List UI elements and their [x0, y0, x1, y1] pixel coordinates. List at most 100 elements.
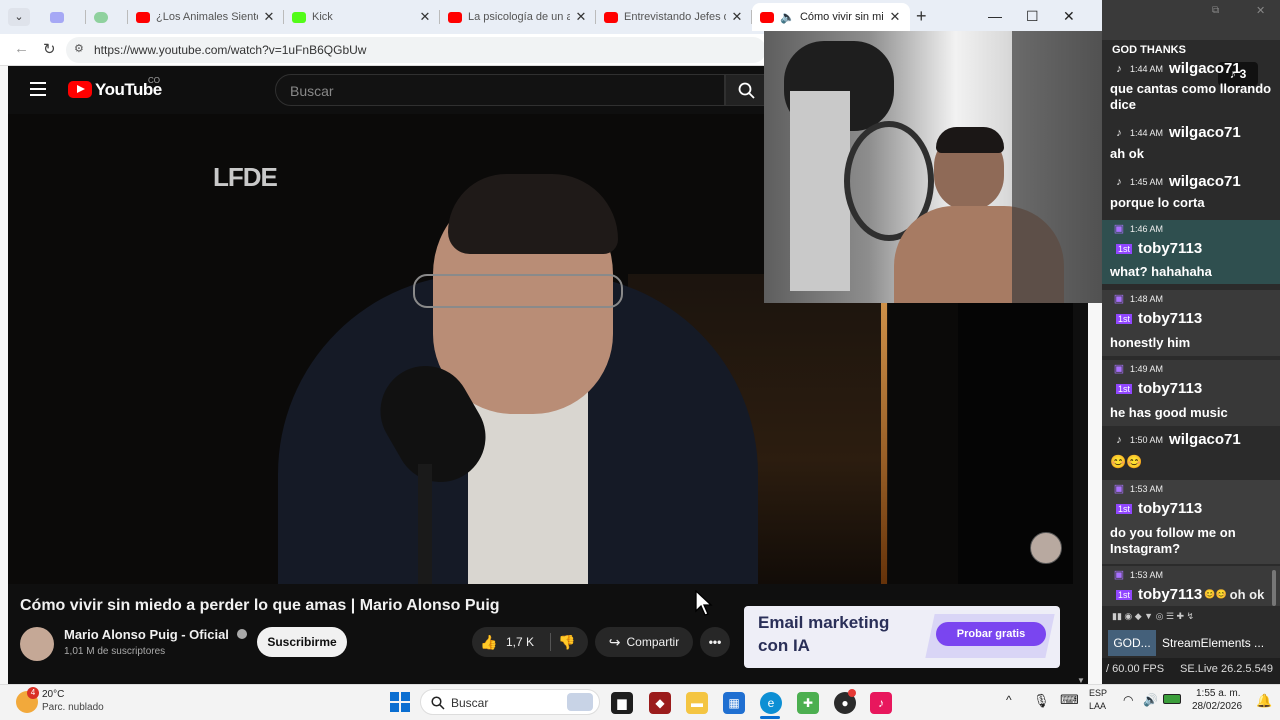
tab-title: ¿Los Animales Sienten A	[156, 11, 258, 23]
webcam-towel	[790, 91, 850, 291]
clock-time[interactable]: 1:55 a. m.	[1196, 688, 1240, 699]
chat-tab-god[interactable]: GOD...	[1108, 630, 1156, 656]
store-icon[interactable]: ▦	[723, 692, 745, 714]
clock-date[interactable]: 28/02/2026	[1192, 701, 1242, 712]
tab-entrevistando[interactable]: Entrevistando Jefes de N ✕	[596, 3, 752, 31]
close-icon[interactable]: ✕	[262, 9, 276, 25]
weather-desc[interactable]: Parc. nublado	[42, 702, 104, 713]
twitch-icon: ▣	[1113, 293, 1125, 305]
search-button[interactable]	[725, 74, 765, 106]
message-time: 1:44 AM	[1130, 63, 1164, 74]
taskbar-search[interactable]: Buscar	[420, 689, 600, 715]
chat-message: ▣ 1:53 AM 1st toby7113 😊😊 oh ok	[1102, 566, 1280, 606]
language-2[interactable]: LAA	[1089, 701, 1106, 711]
like-count[interactable]: 1,7 K	[506, 635, 534, 649]
channel-avatar[interactable]	[20, 627, 54, 661]
chat-message: ▣ 1:48 AM 1st toby7113 honestly him	[1102, 290, 1280, 356]
edge-icon[interactable]: e	[760, 692, 782, 714]
youtube-icon	[448, 11, 462, 23]
more-icon: •••	[708, 635, 722, 649]
video-title: Cómo vivir sin miedo a perder lo que ama…	[20, 597, 500, 614]
message-user: wilgaco71	[1169, 173, 1241, 190]
message-time: 1:45 AM	[1130, 176, 1164, 187]
site-info-icon[interactable]: ⚙	[74, 42, 84, 55]
close-icon[interactable]: ✕	[418, 9, 432, 25]
ad-banner[interactable]: Email marketing con IA Probar gratis	[744, 606, 1060, 668]
file-explorer-icon[interactable]: ▬	[686, 692, 708, 714]
reload-icon[interactable]: ↻	[43, 40, 56, 58]
channel-watermark-avatar[interactable]	[1030, 532, 1062, 564]
message-time: 1:50 AM	[1130, 434, 1164, 445]
start-icon[interactable]	[390, 692, 410, 712]
ad-cta-button[interactable]: Probar gratis	[936, 622, 1046, 646]
first-chatter-badge: 1st	[1116, 243, 1133, 254]
share-label: Compartir	[626, 635, 680, 649]
message-user: wilgaco71	[1169, 124, 1241, 141]
tab-como-vivir[interactable]: 🔈 Cómo vivir sin mied ✕	[752, 3, 910, 31]
minimize-icon[interactable]: —	[988, 8, 1002, 24]
like-icon[interactable]: 👍	[480, 634, 497, 651]
channel-name[interactable]: Mario Alonso Puig - Oficial	[64, 627, 247, 642]
chat-tab-streamelements[interactable]: StreamElements ...	[1162, 630, 1276, 656]
maximize-icon[interactable]: ☐	[1026, 8, 1039, 25]
tab-title: Cómo vivir sin mied	[799, 11, 884, 23]
chat-message: ▣ 1:53 AM 1st toby7113 do you follow me on…	[1102, 480, 1280, 564]
message-text: ah ok	[1110, 146, 1144, 161]
message-text: 😊😊	[1110, 454, 1143, 469]
more-actions-button[interactable]: •••	[700, 627, 730, 657]
youtube-icon	[604, 11, 618, 23]
task-view-icon[interactable]: ▆	[611, 692, 633, 714]
microphone-icon[interactable]: 🎙	[1033, 693, 1050, 709]
devices-icon[interactable]: ⌨	[1060, 692, 1079, 708]
tiktok-live-icon[interactable]: ♪	[870, 692, 892, 714]
tab-psicologia[interactable]: La psicología de un adic ✕	[440, 3, 596, 31]
battery-icon[interactable]	[1163, 694, 1181, 704]
close-icon[interactable]: ✕	[730, 9, 744, 25]
chat-header: GOD THANKS	[1112, 44, 1186, 56]
search-input[interactable]: Buscar	[275, 74, 725, 106]
chat-title-bar: ⧉ ✕	[1102, 0, 1280, 40]
tab-animales[interactable]: ¿Los Animales Sienten A ✕	[128, 3, 284, 31]
notifications-icon[interactable]: 🔔	[1256, 693, 1272, 709]
video-details: Cómo vivir sin miedo a perder lo que ama…	[8, 584, 1085, 684]
volume-icon[interactable]: 🔊	[1143, 693, 1158, 707]
back-icon[interactable]: ←	[14, 40, 29, 57]
youtube-logo-icon[interactable]	[68, 81, 92, 98]
language-1[interactable]: ESP	[1089, 688, 1107, 698]
share-button[interactable]: ↪ Compartir	[595, 627, 693, 657]
wifi-icon[interactable]: ◠	[1123, 693, 1133, 707]
scroll-down-icon[interactable]: ▼	[1077, 676, 1085, 684]
new-tab-button[interactable]: +	[916, 6, 927, 27]
close-icon[interactable]: ✕	[574, 9, 588, 25]
tab-pinned-2[interactable]	[86, 3, 128, 31]
dislike-icon[interactable]: 👎	[558, 634, 575, 651]
tab-pinned-1[interactable]	[42, 3, 86, 31]
speaker-icon[interactable]: 🔈	[780, 10, 795, 24]
chat-toolbar-icons[interactable]: ▮▮ ◉ ◆ ▼ ◎ ☰ ✚ ↯	[1112, 611, 1194, 622]
fps-readout: / 60.00 FPS	[1106, 663, 1165, 675]
app-shield-icon[interactable]: ◆	[649, 692, 671, 714]
subscribe-button[interactable]: Suscribirme	[257, 627, 347, 657]
message-time: 1:49 AM	[1130, 364, 1164, 374]
tab-list-button[interactable]: ⌄	[8, 8, 30, 26]
close-window-icon[interactable]: ✕	[1063, 8, 1075, 25]
menu-icon[interactable]	[30, 82, 46, 96]
close-icon[interactable]: ✕	[888, 9, 902, 25]
video-light	[881, 294, 887, 584]
camera-icon	[50, 11, 64, 23]
weather-temp[interactable]: 20°C	[42, 689, 64, 700]
show-hidden-icons[interactable]: ^	[1006, 693, 1012, 707]
first-chatter-badge: 1st	[1116, 589, 1133, 600]
close-chat-icon[interactable]: ✕	[1256, 4, 1265, 17]
message-time: 1:44 AM	[1130, 127, 1164, 138]
chat-scrollbar[interactable]	[1272, 570, 1276, 606]
streamelements-icon[interactable]: ✚	[797, 692, 819, 714]
search-placeholder: Buscar	[290, 83, 334, 99]
url-input[interactable]: ⚙ https://www.youtube.com/watch?v=1uFnB6…	[66, 37, 766, 63]
message-time: 1:53 AM	[1130, 484, 1164, 494]
tab-title: La psicología de un adic	[468, 11, 570, 23]
restore-icon[interactable]: ⧉	[1212, 5, 1219, 16]
tab-kick[interactable]: Kick ✕	[284, 3, 440, 31]
ad-title-line2: con IA	[758, 636, 810, 655]
search-highlight-icon	[567, 693, 593, 711]
